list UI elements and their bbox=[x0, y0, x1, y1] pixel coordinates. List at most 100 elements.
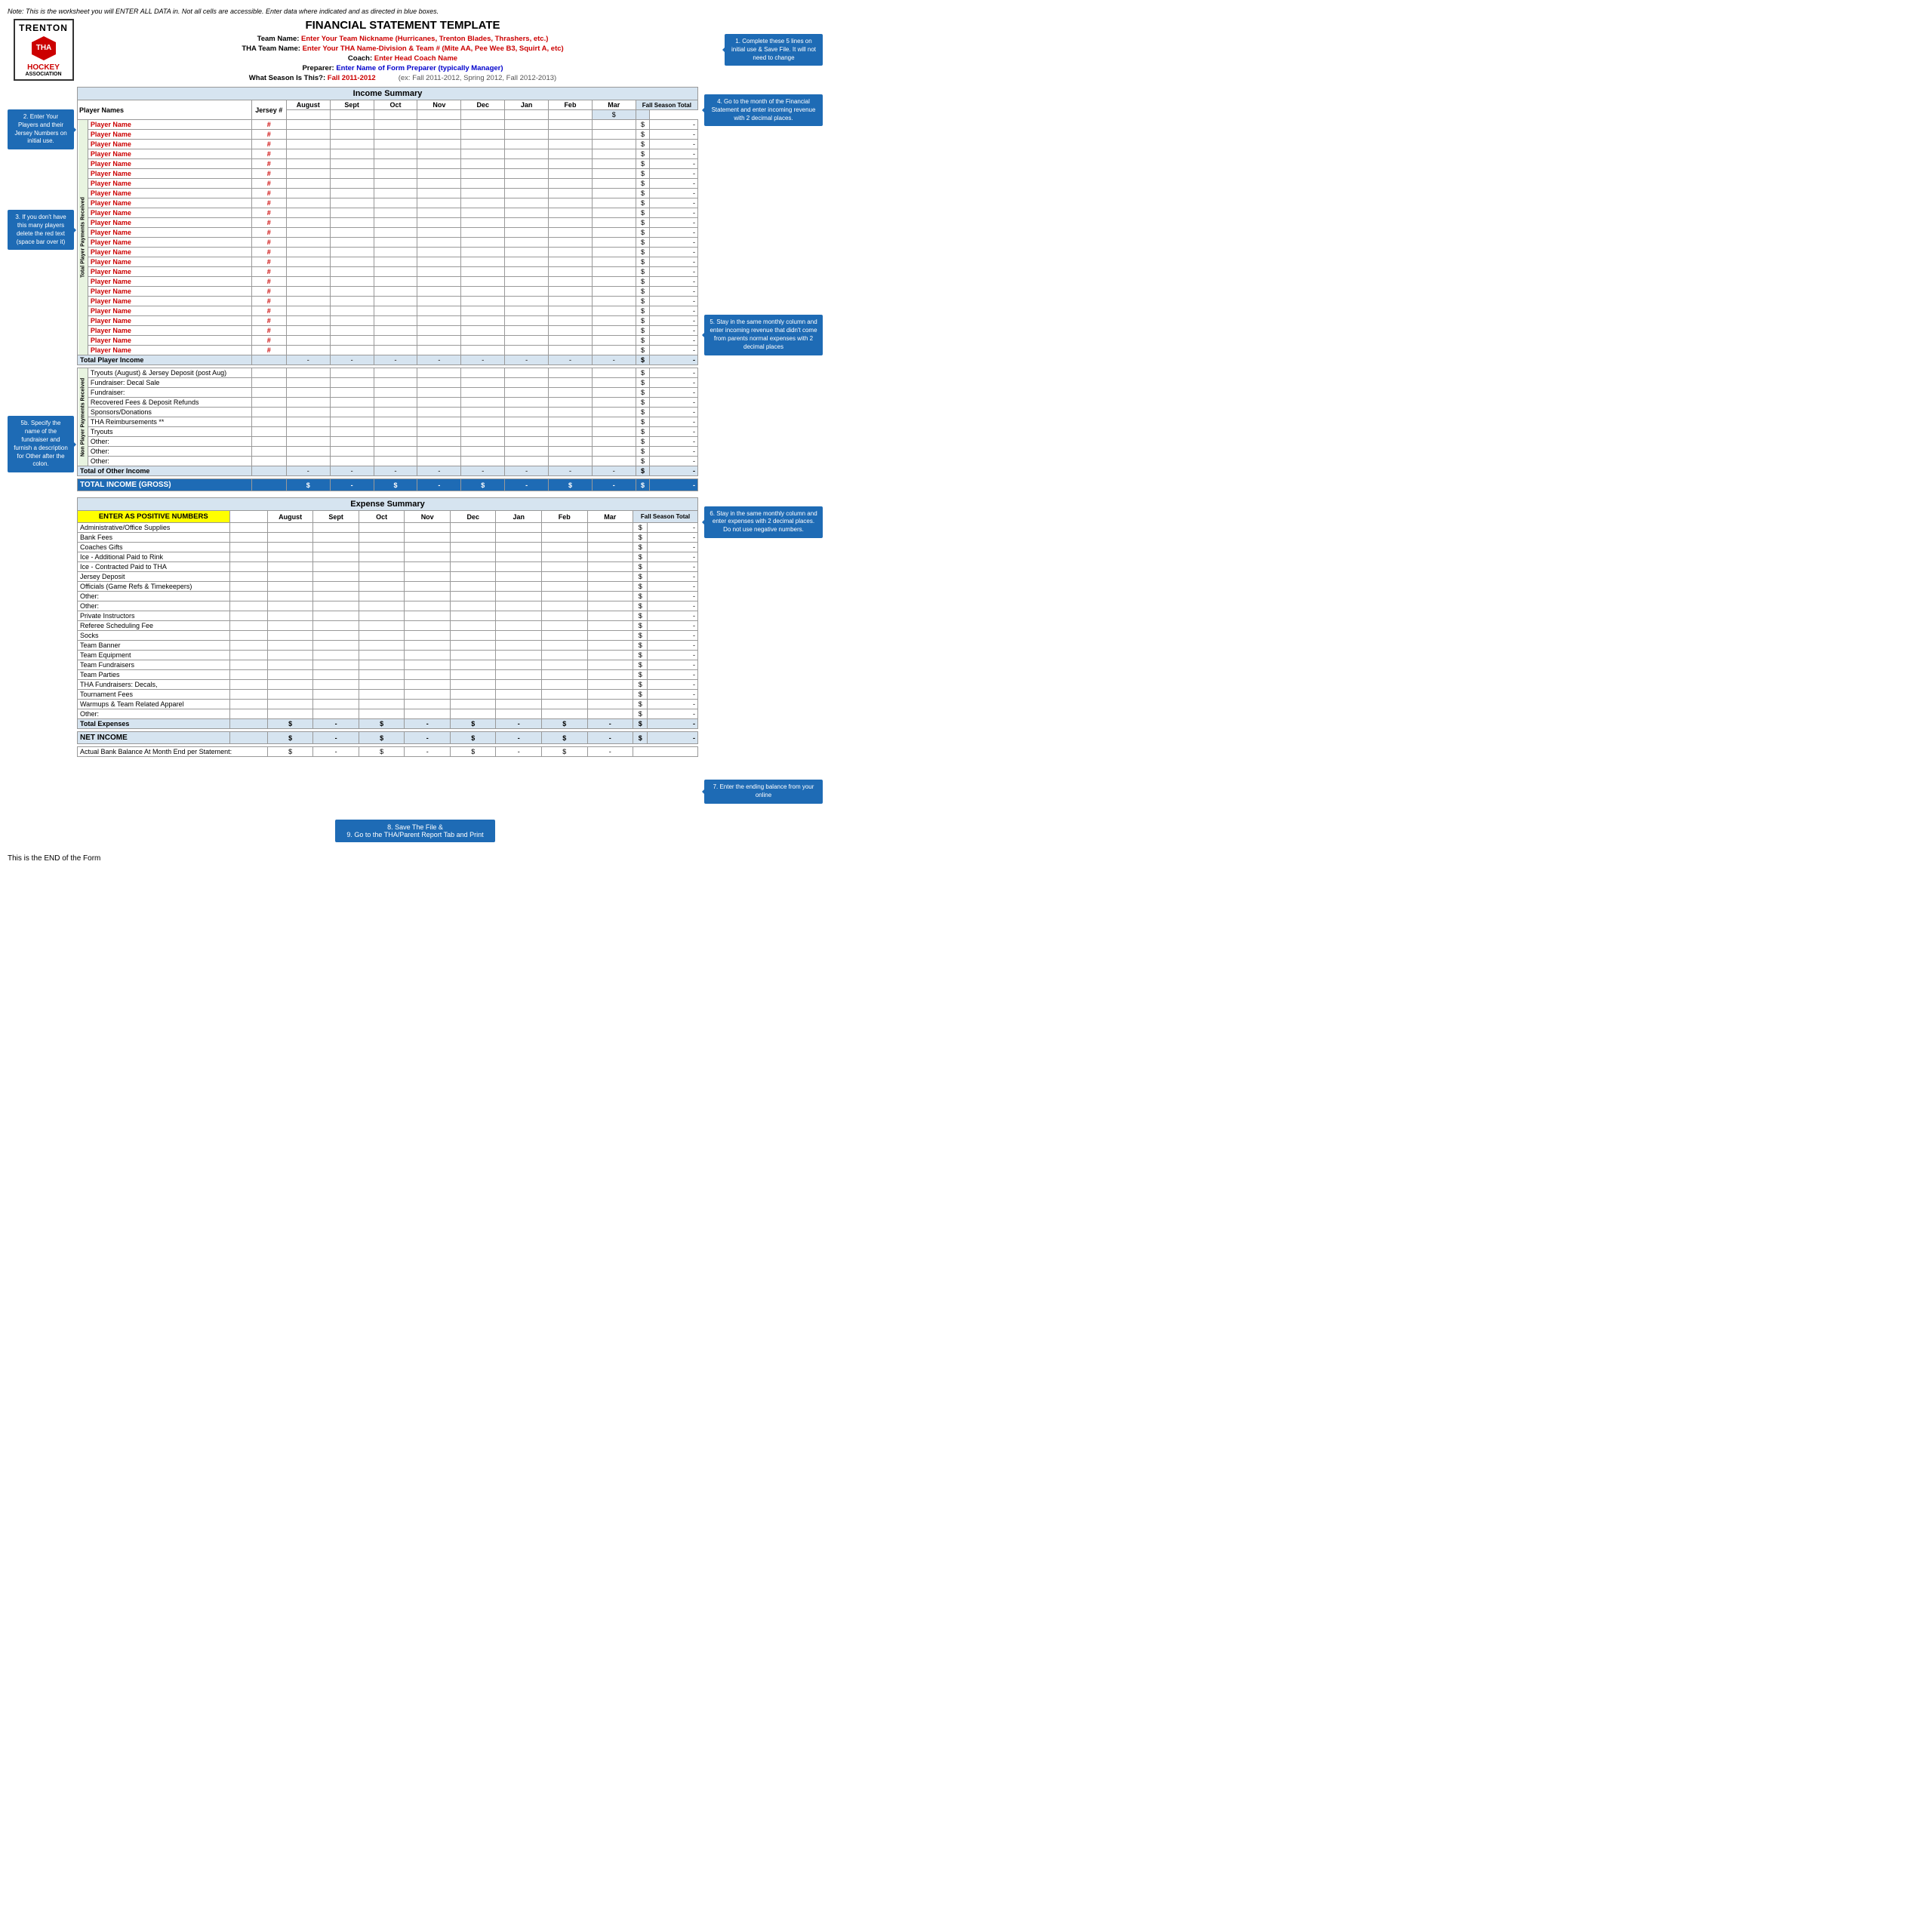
month-cell[interactable] bbox=[330, 228, 374, 238]
month-cell[interactable] bbox=[374, 228, 417, 238]
month-cell[interactable] bbox=[374, 120, 417, 130]
month-cell[interactable] bbox=[592, 198, 636, 208]
month-cell[interactable] bbox=[313, 533, 359, 543]
month-cell[interactable] bbox=[417, 218, 461, 228]
month-cell[interactable] bbox=[267, 582, 313, 592]
month-cell[interactable] bbox=[405, 533, 451, 543]
month-cell[interactable] bbox=[549, 248, 593, 257]
month-cell[interactable] bbox=[286, 427, 330, 437]
month-cell[interactable] bbox=[505, 169, 549, 179]
month-cell[interactable] bbox=[286, 316, 330, 326]
month-cell[interactable] bbox=[267, 572, 313, 582]
month-cell[interactable] bbox=[359, 562, 405, 572]
month-cell[interactable] bbox=[359, 670, 405, 680]
month-cell[interactable] bbox=[549, 189, 593, 198]
month-cell[interactable] bbox=[313, 611, 359, 621]
month-cell[interactable] bbox=[592, 297, 636, 306]
month-cell[interactable] bbox=[461, 417, 505, 427]
month-cell[interactable] bbox=[267, 660, 313, 670]
month-cell[interactable] bbox=[330, 316, 374, 326]
month-cell[interactable] bbox=[592, 218, 636, 228]
player-name-cell[interactable]: Player Name bbox=[88, 228, 251, 238]
month-cell[interactable] bbox=[587, 611, 633, 621]
month-cell[interactable] bbox=[461, 306, 505, 316]
month-cell[interactable] bbox=[405, 709, 451, 719]
month-cell[interactable] bbox=[359, 592, 405, 601]
month-cell[interactable] bbox=[374, 130, 417, 140]
month-cell[interactable] bbox=[549, 287, 593, 297]
month-cell[interactable] bbox=[330, 388, 374, 398]
month-cell[interactable] bbox=[405, 621, 451, 631]
month-cell[interactable] bbox=[505, 267, 549, 277]
month-cell[interactable] bbox=[405, 582, 451, 592]
month-cell[interactable] bbox=[505, 189, 549, 198]
month-cell[interactable] bbox=[549, 257, 593, 267]
month-cell[interactable] bbox=[405, 690, 451, 700]
player-name-cell[interactable]: Player Name bbox=[88, 316, 251, 326]
month-cell[interactable] bbox=[587, 592, 633, 601]
player-name-cell[interactable]: Player Name bbox=[88, 267, 251, 277]
player-name-cell[interactable]: Player Name bbox=[88, 149, 251, 159]
month-cell[interactable] bbox=[405, 601, 451, 611]
month-cell[interactable] bbox=[330, 267, 374, 277]
month-cell[interactable] bbox=[405, 660, 451, 670]
month-cell[interactable] bbox=[496, 660, 542, 670]
month-cell[interactable] bbox=[405, 611, 451, 621]
month-cell[interactable] bbox=[405, 700, 451, 709]
month-cell[interactable] bbox=[313, 709, 359, 719]
month-cell[interactable] bbox=[461, 408, 505, 417]
month-cell[interactable] bbox=[330, 427, 374, 437]
month-cell[interactable] bbox=[549, 316, 593, 326]
month-cell[interactable] bbox=[330, 277, 374, 287]
month-cell[interactable] bbox=[461, 130, 505, 140]
month-cell[interactable] bbox=[549, 218, 593, 228]
month-cell[interactable] bbox=[405, 562, 451, 572]
jersey-cell[interactable]: # bbox=[251, 140, 286, 149]
month-cell[interactable] bbox=[592, 427, 636, 437]
month-cell[interactable] bbox=[405, 670, 451, 680]
month-cell[interactable] bbox=[330, 120, 374, 130]
month-cell[interactable] bbox=[450, 709, 496, 719]
month-cell[interactable] bbox=[330, 169, 374, 179]
month-cell[interactable] bbox=[313, 601, 359, 611]
month-cell[interactable] bbox=[417, 189, 461, 198]
month-cell[interactable] bbox=[450, 533, 496, 543]
month-cell[interactable] bbox=[592, 378, 636, 388]
month-cell[interactable] bbox=[330, 368, 374, 378]
player-name-cell[interactable]: Player Name bbox=[88, 326, 251, 336]
month-cell[interactable] bbox=[374, 277, 417, 287]
month-cell[interactable] bbox=[417, 447, 461, 457]
month-cell[interactable] bbox=[549, 457, 593, 466]
month-cell[interactable] bbox=[374, 179, 417, 189]
month-cell[interactable] bbox=[505, 306, 549, 316]
month-cell[interactable] bbox=[374, 248, 417, 257]
month-cell[interactable] bbox=[450, 562, 496, 572]
month-cell[interactable] bbox=[286, 257, 330, 267]
month-cell[interactable] bbox=[374, 140, 417, 149]
month-cell[interactable] bbox=[313, 621, 359, 631]
month-cell[interactable] bbox=[374, 238, 417, 248]
jersey-cell[interactable]: # bbox=[251, 169, 286, 179]
month-cell[interactable] bbox=[374, 437, 417, 447]
month-cell[interactable] bbox=[461, 427, 505, 437]
month-cell[interactable] bbox=[286, 228, 330, 238]
month-cell[interactable] bbox=[496, 651, 542, 660]
month-cell[interactable] bbox=[417, 248, 461, 257]
month-cell[interactable] bbox=[374, 208, 417, 218]
month-cell[interactable] bbox=[549, 208, 593, 218]
month-cell[interactable] bbox=[505, 437, 549, 447]
month-cell[interactable] bbox=[496, 690, 542, 700]
jersey-cell[interactable]: # bbox=[251, 208, 286, 218]
jersey-cell[interactable]: # bbox=[251, 179, 286, 189]
jersey-cell[interactable]: # bbox=[251, 257, 286, 267]
month-cell[interactable] bbox=[505, 208, 549, 218]
month-cell[interactable] bbox=[461, 228, 505, 238]
month-cell[interactable] bbox=[417, 140, 461, 149]
month-cell[interactable] bbox=[450, 552, 496, 562]
month-cell[interactable] bbox=[541, 611, 587, 621]
month-cell[interactable] bbox=[541, 641, 587, 651]
month-cell[interactable] bbox=[267, 690, 313, 700]
month-cell[interactable] bbox=[450, 582, 496, 592]
month-cell[interactable] bbox=[505, 378, 549, 388]
month-cell[interactable] bbox=[496, 543, 542, 552]
